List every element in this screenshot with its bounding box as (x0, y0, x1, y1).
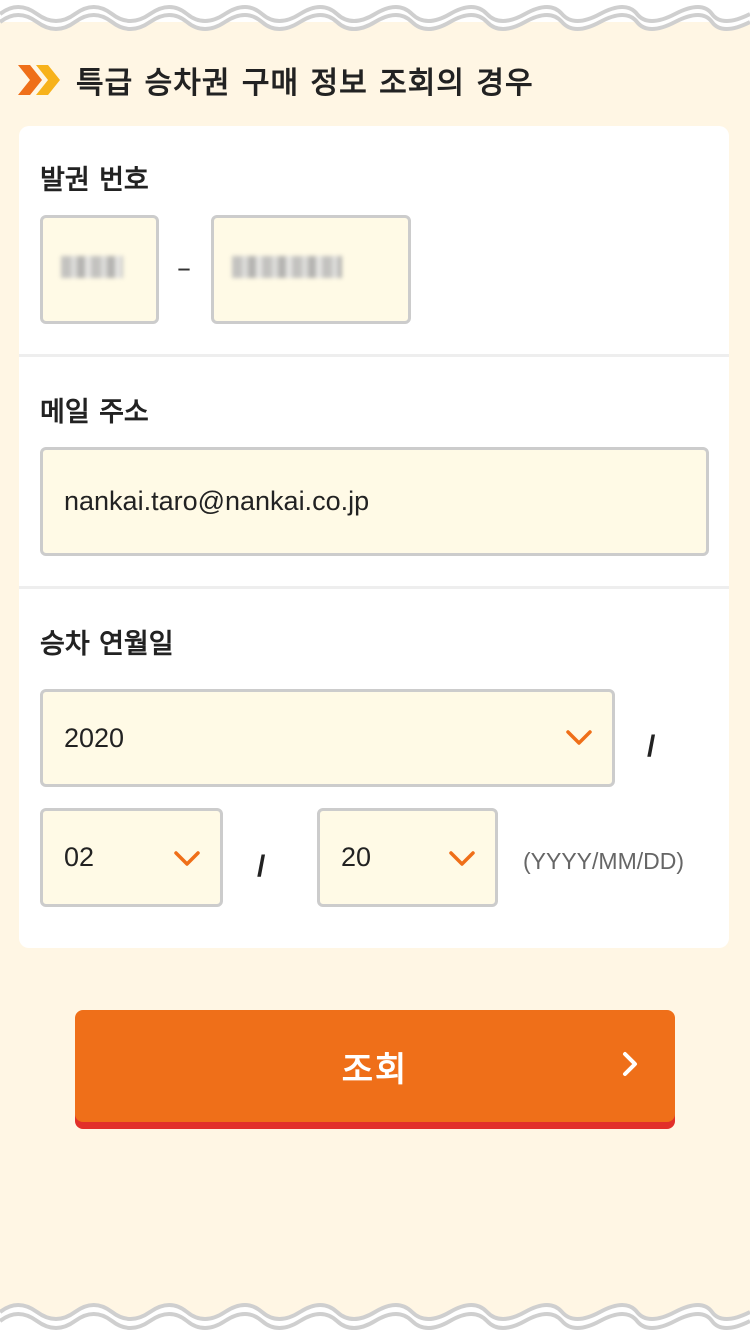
month-value: 02 (64, 842, 95, 872)
chevron-down-icon (449, 851, 475, 866)
section-divider (19, 354, 729, 357)
section-divider (19, 586, 729, 589)
masked-value (232, 256, 342, 278)
chevron-down-icon (174, 851, 200, 866)
chevron-down-icon (566, 730, 592, 745)
section-heading: 특급 승차권 구매 정보 조회의 경우 (18, 58, 534, 102)
year-select[interactable]: 2020 (40, 689, 615, 787)
masked-value (61, 256, 123, 278)
section-title: 특급 승차권 구매 정보 조회의 경우 (76, 66, 534, 101)
top-wave-border (0, 0, 750, 31)
date-separator: / (647, 730, 656, 763)
year-value: 2020 (64, 722, 125, 753)
email-value: nankai.taro@nankai.co.jp (64, 486, 370, 516)
inquiry-form-card: 발권 번호 – 메일 주소 nankai.taro@nankai.co.jp 승… (19, 126, 729, 948)
search-button-label: 조회 (341, 1049, 409, 1090)
date-separator: / (257, 850, 266, 883)
email-label: 메일 주소 (40, 397, 149, 428)
day-value: 20 (341, 842, 372, 872)
ticket-number-part2-input[interactable] (211, 215, 411, 324)
double-chevron-icon (18, 65, 60, 95)
date-format-hint: (YYYY/MM/DD) (523, 848, 684, 874)
month-select[interactable]: 02 (40, 808, 223, 907)
ticket-number-separator: – (177, 251, 191, 284)
day-select[interactable]: 20 (317, 808, 498, 907)
chevron-right-icon (623, 1052, 637, 1076)
boarding-date-label: 승차 연월일 (40, 629, 174, 660)
bottom-wave-border (0, 1303, 750, 1334)
email-input[interactable]: nankai.taro@nankai.co.jp (40, 447, 709, 556)
search-button[interactable]: 조회 (75, 1010, 675, 1122)
ticket-number-part1-input[interactable] (40, 215, 159, 324)
ticket-number-label: 발권 번호 (40, 165, 149, 196)
